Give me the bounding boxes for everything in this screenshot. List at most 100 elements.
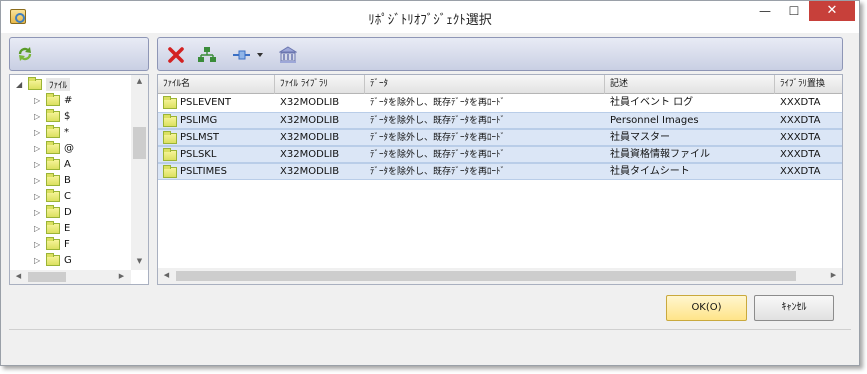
scroll-up-arrow-icon[interactable]: ▲ xyxy=(131,77,148,85)
column-header-file-name[interactable]: ﾌｧｲﾙ名 xyxy=(158,75,275,94)
cell-description: 社員マスター xyxy=(610,132,670,143)
column-header-library-replace[interactable]: ﾗｲﾌﾞﾗﾘ置換 xyxy=(775,75,842,94)
cell-file-library: X32MODLIB xyxy=(280,166,340,177)
folder-icon xyxy=(46,236,60,250)
tree-item[interactable]: ▷ B xyxy=(34,172,71,188)
column-header-data[interactable]: ﾃﾞｰﾀ xyxy=(365,75,605,94)
cancel-button[interactable]: ｷｬﾝｾﾙ xyxy=(754,295,834,321)
minimize-button[interactable]: — xyxy=(751,1,779,21)
tree-item-label: G xyxy=(64,254,72,266)
tree-root-label: ﾌｧｲﾙ xyxy=(46,77,71,91)
expand-icon[interactable]: ▷ xyxy=(34,192,44,201)
tree-item[interactable]: ▷ @ xyxy=(34,140,74,156)
ok-button[interactable]: OK(O) xyxy=(666,295,747,321)
folder-icon xyxy=(46,156,60,170)
cell-library-replace: XXXDTA xyxy=(780,97,821,108)
tree-item[interactable]: ▷ $ xyxy=(34,108,70,124)
tree-item[interactable]: ▷ A xyxy=(34,156,71,172)
title-bar: ﾘﾎﾟｼﾞﾄﾘｵﾌﾞｼﾞｪｸﾄ選択 — ☐ ✕ xyxy=(1,1,859,33)
folder-icon xyxy=(163,147,177,161)
library-building-icon[interactable] xyxy=(279,46,297,64)
collapse-icon[interactable]: ◢ xyxy=(16,80,26,89)
column-header-file-library[interactable]: ﾌｧｲﾙ ﾗｲﾌﾞﾗﾘ xyxy=(275,75,365,94)
scroll-left-arrow-icon[interactable]: ◀ xyxy=(158,271,175,279)
cell-data: ﾃﾞｰﾀを除外し、既存ﾃﾞｰﾀを再ﾛｰﾄﾞ xyxy=(370,167,506,177)
tree-item-label: # xyxy=(64,94,73,106)
table-row[interactable]: PSLTIMES X32MODLIB ﾃﾞｰﾀを除外し、既存ﾃﾞｰﾀを再ﾛｰﾄﾞ… xyxy=(158,163,842,180)
tree-item[interactable]: ▷ * xyxy=(34,124,69,140)
tree-item[interactable]: ▷ D xyxy=(34,204,72,220)
connector-dropdown-icon[interactable] xyxy=(232,46,266,64)
tree-view[interactable]: ◢ ﾌｧｲﾙ ▷ # ▷ $ ▷ * ▷ @ ▷ A ▷ B ▷ C ▷ D ▷ E ▷ F ▷ G … xyxy=(9,74,149,285)
cell-library-replace: XXXDTA xyxy=(780,149,821,160)
cell-library-replace: XXXDTA xyxy=(780,166,821,177)
grid-horizontal-scrollbar[interactable]: ◀ ▶ xyxy=(158,268,842,284)
tree-item[interactable]: ▷ F xyxy=(34,236,70,252)
expand-icon[interactable]: ▷ xyxy=(34,128,44,137)
cell-file-library: X32MODLIB xyxy=(280,149,340,160)
refresh-icon[interactable] xyxy=(17,46,33,62)
expand-icon[interactable]: ▷ xyxy=(34,256,44,265)
expand-icon[interactable]: ▷ xyxy=(34,176,44,185)
cell-description: 社員イベント ログ xyxy=(610,97,694,108)
file-name-text: PSLIMG xyxy=(180,115,218,126)
tree-item[interactable]: ▷ C xyxy=(34,188,71,204)
table-row[interactable]: PSLEVENT X32MODLIB ﾃﾞｰﾀを除外し、既存ﾃﾞｰﾀを再ﾛｰﾄﾞ… xyxy=(158,95,842,112)
column-header-description[interactable]: 記述 xyxy=(605,75,775,94)
divider xyxy=(9,329,851,330)
expand-icon[interactable]: ▷ xyxy=(34,112,44,121)
folder-icon xyxy=(46,204,60,218)
object-toolbar xyxy=(157,37,843,71)
scroll-right-arrow-icon[interactable]: ▶ xyxy=(113,272,130,280)
scroll-thumb[interactable] xyxy=(133,127,146,159)
table-row[interactable]: PSLSKL X32MODLIB ﾃﾞｰﾀを除外し、既存ﾃﾞｰﾀを再ﾛｰﾄﾞ 社… xyxy=(158,146,842,163)
folder-icon xyxy=(46,140,60,154)
folder-icon xyxy=(46,92,60,106)
table-row[interactable]: PSLIMG X32MODLIB ﾃﾞｰﾀを除外し、既存ﾃﾞｰﾀを再ﾛｰﾄﾞ P… xyxy=(158,112,842,129)
left-panel: ◢ ﾌｧｲﾙ ▷ # ▷ $ ▷ * ▷ @ ▷ A ▷ B ▷ C ▷ D ▷ E ▷ F ▷ G … xyxy=(9,37,149,285)
left-toolbar xyxy=(9,37,149,71)
cell-data: ﾃﾞｰﾀを除外し、既存ﾃﾞｰﾀを再ﾛｰﾄﾞ xyxy=(370,98,506,108)
scroll-thumb[interactable] xyxy=(28,272,66,282)
scroll-right-arrow-icon[interactable]: ▶ xyxy=(825,271,842,279)
cell-file-library: X32MODLIB xyxy=(280,132,340,143)
tree-item-label: E xyxy=(64,222,71,234)
maximize-button[interactable]: ☐ xyxy=(780,1,808,21)
cell-data: ﾃﾞｰﾀを除外し、既存ﾃﾞｰﾀを再ﾛｰﾄﾞ xyxy=(370,116,506,126)
folder-icon xyxy=(46,108,60,122)
scroll-left-arrow-icon[interactable]: ◀ xyxy=(10,272,27,280)
file-name-text: PSLTIMES xyxy=(180,166,227,177)
expand-icon[interactable]: ▷ xyxy=(34,208,44,217)
red-x-delete-icon[interactable] xyxy=(167,46,185,64)
folder-icon xyxy=(46,124,60,138)
window-title: ﾘﾎﾟｼﾞﾄﾘｵﾌﾞｼﾞｪｸﾄ選択 xyxy=(368,13,492,28)
close-button[interactable]: ✕ xyxy=(809,1,855,21)
scroll-thumb[interactable] xyxy=(176,271,796,281)
tree-item[interactable]: ▷ # xyxy=(34,92,72,108)
scroll-down-arrow-icon[interactable]: ▼ xyxy=(131,257,148,265)
object-grid: ﾌｧｲﾙ名 ﾌｧｲﾙ ﾗｲﾌﾞﾗﾘ ﾃﾞｰﾀ 記述 ﾗｲﾌﾞﾗﾘ置換 PSLEV… xyxy=(157,74,843,285)
cell-description: 社員資格情報ファイル xyxy=(610,149,710,160)
expand-icon[interactable]: ▷ xyxy=(34,144,44,153)
folder-icon xyxy=(46,172,60,186)
expand-icon[interactable]: ▷ xyxy=(34,224,44,233)
folder-icon xyxy=(163,113,177,127)
cell-description: 社員タイムシート xyxy=(610,166,690,177)
tree-vertical-scrollbar[interactable]: ▲ ▼ xyxy=(131,75,148,270)
folder-icon xyxy=(46,188,60,202)
expand-icon[interactable]: ▷ xyxy=(34,240,44,249)
expand-icon[interactable]: ▷ xyxy=(34,96,44,105)
tree-root-node[interactable]: ◢ ﾌｧｲﾙ xyxy=(16,76,71,92)
tree-item[interactable]: ▷ E xyxy=(34,220,70,236)
table-row[interactable]: PSLMST X32MODLIB ﾃﾞｰﾀを除外し、既存ﾃﾞｰﾀを再ﾛｰﾄﾞ 社… xyxy=(158,129,842,146)
tree-horizontal-scrollbar[interactable]: ◀ ▶ xyxy=(10,270,131,284)
cell-file-library: X32MODLIB xyxy=(280,97,340,108)
file-name-text: PSLMST xyxy=(180,132,220,143)
cell-library-replace: XXXDTA xyxy=(780,115,821,126)
cell-data: ﾃﾞｰﾀを除外し、既存ﾃﾞｰﾀを再ﾛｰﾄﾞ xyxy=(370,133,506,143)
tree-item[interactable]: ▷ G xyxy=(34,252,72,268)
cell-file-name: PSLMST xyxy=(158,130,275,146)
expand-icon[interactable]: ▷ xyxy=(34,160,44,169)
tree-item-label: D xyxy=(64,206,72,218)
hierarchy-icon[interactable] xyxy=(198,46,216,64)
